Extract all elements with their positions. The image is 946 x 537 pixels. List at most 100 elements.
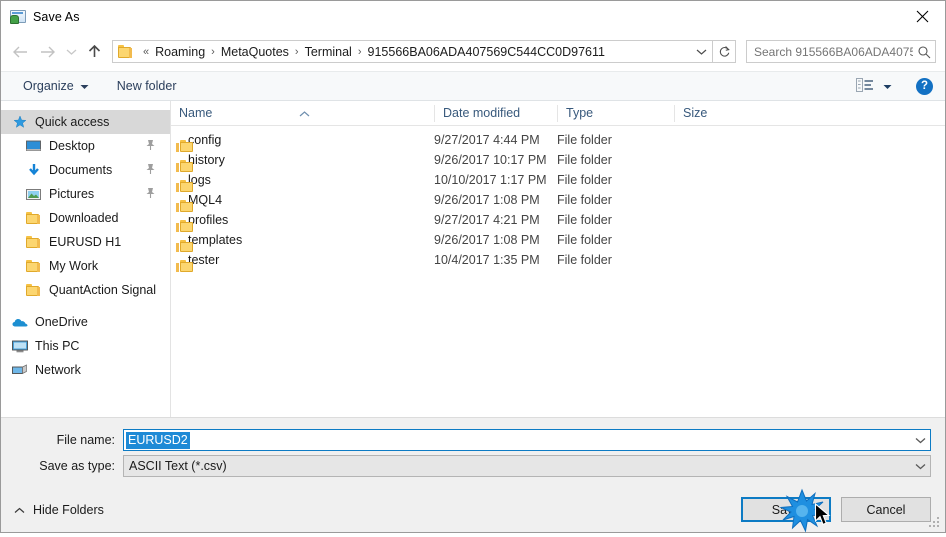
- table-row[interactable]: tester 10/4/2017 1:35 PM File folder: [171, 250, 945, 272]
- refresh-button[interactable]: [713, 40, 736, 63]
- sidebar-item-label: Quick access: [35, 115, 110, 129]
- table-row[interactable]: config 9/27/2017 4:44 PM File folder: [171, 130, 945, 152]
- up-arrow-icon: [88, 44, 101, 57]
- row-type: File folder: [557, 253, 612, 267]
- folder-icon: [25, 210, 42, 226]
- pin-icon[interactable]: [145, 163, 156, 178]
- breadcrumb: « Roaming › MetaQuotes › Terminal › 9155…: [139, 45, 690, 59]
- forward-button[interactable]: [34, 39, 61, 65]
- sidebar-item-documents[interactable]: Documents: [1, 158, 170, 182]
- window-title: Save As: [33, 9, 80, 24]
- search-box[interactable]: Search 915566BA06ADA40756...: [746, 40, 936, 63]
- metatrader-app-icon: [10, 9, 26, 25]
- save-form: File name: EURUSD2 Save as type: ASCII T…: [1, 417, 945, 487]
- sidebar-item-desktop[interactable]: Desktop: [1, 134, 170, 158]
- network-icon: [11, 362, 28, 378]
- column-header-label: Size: [683, 106, 708, 120]
- breadcrumb-item-guid[interactable]: 915566BA06ADA407569C544CC0D97611: [366, 45, 607, 59]
- this-pc-icon: [11, 338, 28, 354]
- breadcrumb-overflow[interactable]: «: [139, 46, 153, 58]
- sidebar-item-pictures[interactable]: Pictures: [1, 182, 170, 206]
- table-row[interactable]: profiles 9/27/2017 4:21 PM File folder: [171, 210, 945, 232]
- row-date: 9/26/2017 10:17 PM: [434, 153, 547, 167]
- breadcrumb-separator[interactable]: ›: [354, 46, 366, 58]
- table-row[interactable]: templates 9/26/2017 1:08 PM File folder: [171, 230, 945, 252]
- hide-folders-button[interactable]: Hide Folders: [11, 503, 104, 517]
- file-name-input[interactable]: EURUSD2: [123, 429, 931, 451]
- help-button[interactable]: ?: [916, 77, 933, 95]
- row-date: 9/26/2017 1:08 PM: [434, 193, 540, 207]
- row-name-cell: tester: [171, 253, 434, 272]
- desktop-icon: [25, 138, 42, 154]
- file-name: history: [188, 153, 225, 167]
- file-name-label: File name:: [56, 433, 115, 447]
- row-type: File folder: [557, 153, 612, 167]
- file-name-row: File name: EURUSD2: [1, 429, 945, 451]
- breadcrumb-separator[interactable]: ›: [291, 46, 303, 58]
- sidebar-item-my-work[interactable]: My Work: [1, 254, 170, 278]
- column-header-name[interactable]: Name: [171, 105, 434, 122]
- table-row[interactable]: history 9/26/2017 10:17 PM File folder: [171, 150, 945, 172]
- save-as-type-label: Save as type:: [39, 459, 115, 473]
- caret-down-icon: [80, 79, 89, 93]
- pin-icon[interactable]: [145, 187, 156, 202]
- row-type: File folder: [557, 213, 612, 227]
- row-date: 9/27/2017 4:21 PM: [434, 213, 540, 227]
- save-as-type-row: Save as type: ASCII Text (*.csv): [1, 455, 945, 477]
- sidebar-item-onedrive[interactable]: OneDrive: [1, 310, 170, 334]
- sidebar-item-label: Downloaded: [49, 211, 119, 225]
- sidebar-item-network[interactable]: Network: [1, 358, 170, 382]
- view-options-button[interactable]: [850, 75, 898, 97]
- breadcrumb-separator[interactable]: ›: [207, 46, 219, 58]
- breadcrumb-item-terminal[interactable]: Terminal: [303, 45, 354, 59]
- save-as-type-select[interactable]: ASCII Text (*.csv): [123, 455, 931, 477]
- file-list-pane: Name Date modified Type Size config 9/27…: [171, 101, 945, 417]
- chevron-up-icon: [14, 503, 25, 517]
- table-row[interactable]: logs 10/10/2017 1:17 PM File folder: [171, 170, 945, 192]
- breadcrumb-item-metaquotes[interactable]: MetaQuotes: [219, 45, 291, 59]
- table-row[interactable]: MQL4 9/26/2017 1:08 PM File folder: [171, 190, 945, 212]
- breadcrumb-item-roaming[interactable]: Roaming: [153, 45, 207, 59]
- cancel-button[interactable]: Cancel: [841, 497, 931, 522]
- address-dropdown-button[interactable]: [690, 41, 712, 62]
- up-button[interactable]: [81, 39, 108, 65]
- column-header-size[interactable]: Size: [674, 104, 754, 122]
- row-date: 9/27/2017 4:44 PM: [434, 133, 540, 147]
- row-type: File folder: [557, 193, 612, 207]
- recent-locations-button[interactable]: [61, 39, 81, 65]
- save-as-type-dropdown-button[interactable]: [911, 456, 930, 476]
- column-header-date-modified[interactable]: Date modified: [434, 104, 557, 122]
- back-button[interactable]: [7, 39, 34, 65]
- column-header-type[interactable]: Type: [557, 104, 674, 122]
- row-name-cell: history: [171, 153, 434, 172]
- row-name-cell: templates: [171, 233, 434, 252]
- sidebar-item-downloaded[interactable]: Downloaded: [1, 206, 170, 230]
- help-label: ?: [920, 80, 929, 92]
- address-bar[interactable]: « Roaming › MetaQuotes › Terminal › 9155…: [112, 40, 713, 63]
- sidebar-item-quick-access[interactable]: Quick access: [1, 110, 170, 134]
- pin-icon[interactable]: [145, 139, 156, 154]
- file-name: profiles: [188, 213, 229, 227]
- file-name-dropdown-button[interactable]: [911, 430, 930, 450]
- sidebar-item-eurusd-h1[interactable]: EURUSD H1: [1, 230, 170, 254]
- row-name-cell: MQL4: [171, 193, 434, 212]
- navigation-bar: « Roaming › MetaQuotes › Terminal › 9155…: [1, 32, 945, 71]
- sidebar-item-label: QuantAction Signal: [49, 283, 157, 297]
- chevron-down-icon: [66, 49, 76, 55]
- file-name: MQL4: [188, 193, 223, 207]
- cancel-label: Cancel: [866, 502, 906, 517]
- column-headers: Name Date modified Type Size: [171, 101, 945, 126]
- chevron-down-icon: [696, 49, 706, 55]
- sidebar-item-this-pc[interactable]: This PC: [1, 334, 170, 358]
- sidebar-item-label: This PC: [35, 339, 80, 353]
- resize-grip-icon[interactable]: [929, 517, 941, 529]
- search-input[interactable]: Search 915566BA06ADA40756...: [747, 45, 913, 59]
- sidebar-item-quantaction-signal[interactable]: QuantAction Signal: [1, 278, 170, 302]
- file-name: templates: [188, 233, 243, 247]
- save-button[interactable]: Save: [741, 497, 831, 522]
- sidebar-item-label: Pictures: [49, 187, 95, 201]
- organize-button[interactable]: Organize: [15, 75, 97, 97]
- close-button[interactable]: [899, 1, 945, 31]
- new-folder-button[interactable]: New folder: [109, 75, 185, 97]
- star-icon: [11, 114, 28, 130]
